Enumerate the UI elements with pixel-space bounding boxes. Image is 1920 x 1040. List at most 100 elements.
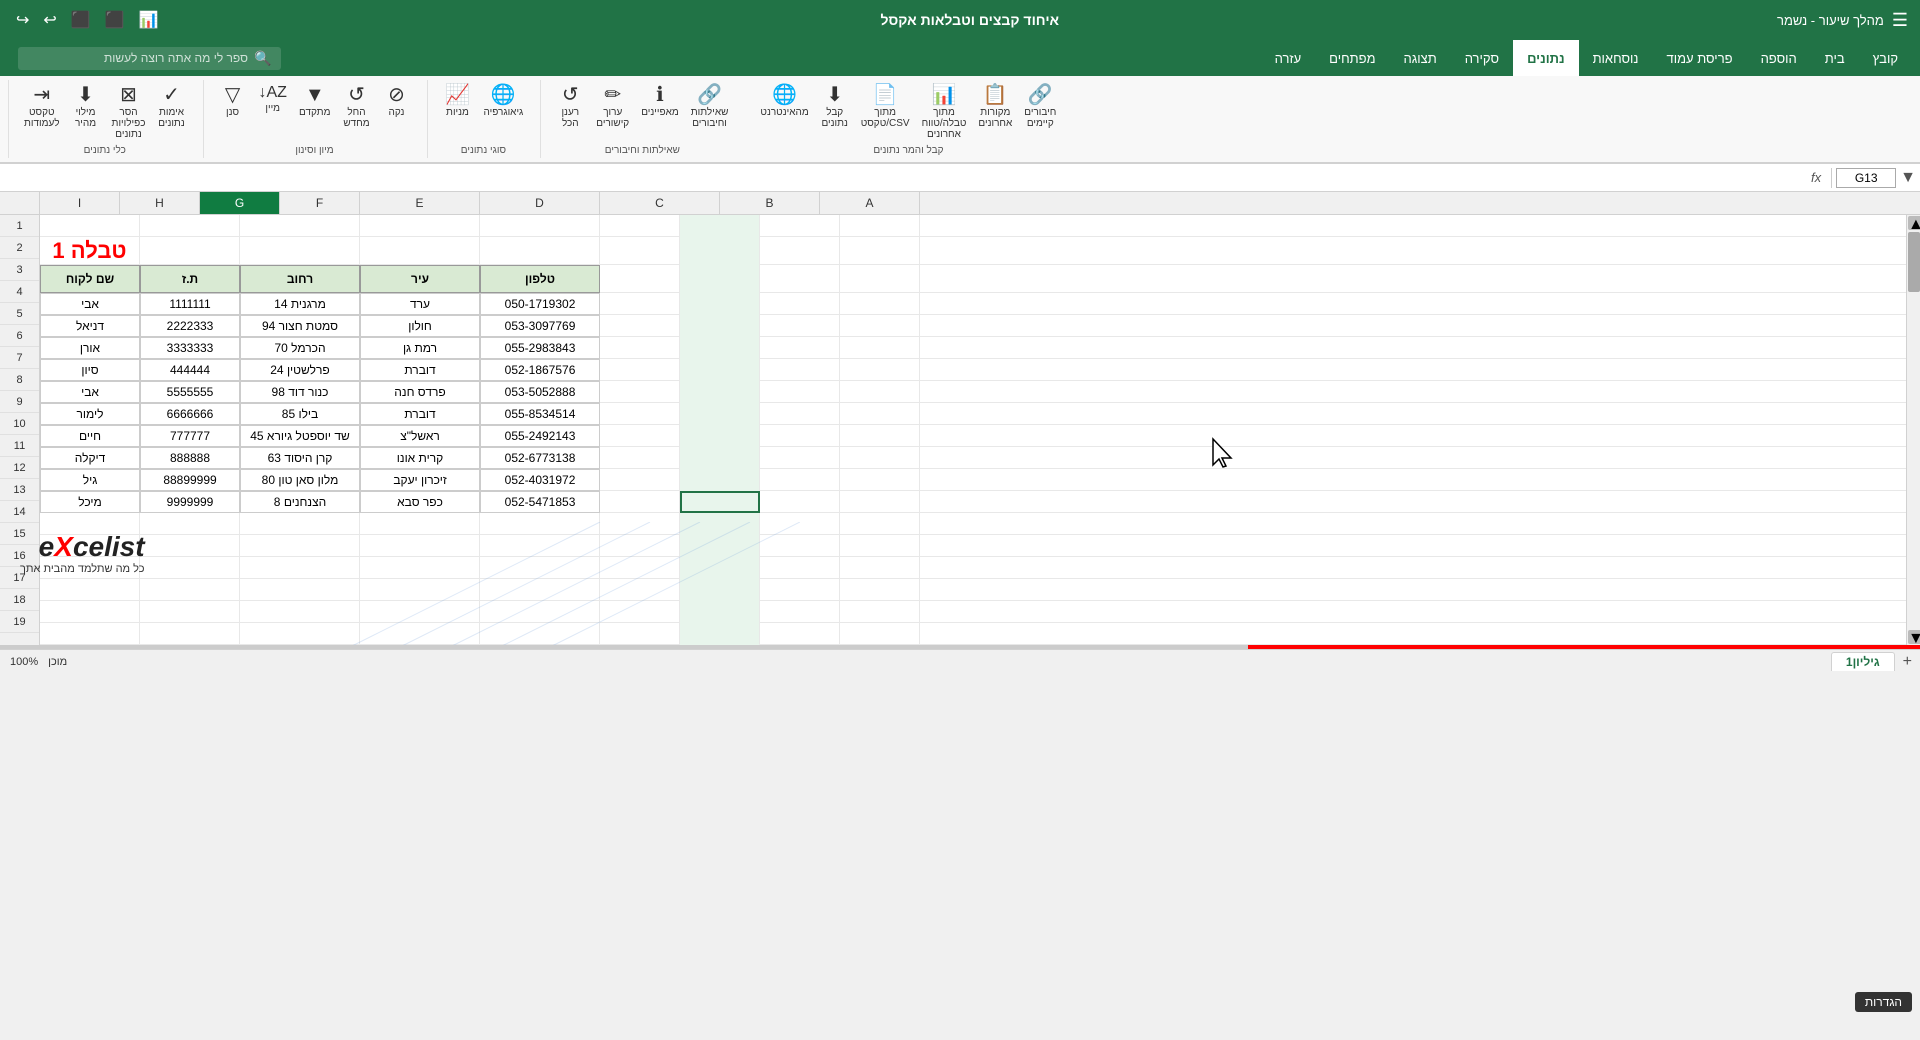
cell-f2[interactable] [600, 237, 680, 265]
cell-d18[interactable] [360, 601, 480, 623]
cell-h1[interactable] [760, 215, 840, 237]
qa-btn-4[interactable]: ↩ [39, 8, 60, 32]
cell-a19[interactable] [40, 623, 140, 645]
row-num-5[interactable]: 5 [0, 303, 39, 325]
cell-f9[interactable] [600, 403, 680, 425]
cell-e19[interactable] [480, 623, 600, 645]
row-num-1[interactable]: 1 [0, 215, 39, 237]
cell-c16[interactable] [240, 557, 360, 579]
cell-g14[interactable] [680, 513, 760, 535]
cell-d19[interactable] [360, 623, 480, 645]
cell-a10[interactable]: חיים [40, 425, 140, 447]
cell-f19[interactable] [600, 623, 680, 645]
cell-c18[interactable] [240, 601, 360, 623]
cell-e2[interactable] [480, 237, 600, 265]
cell-g13[interactable] [680, 491, 760, 513]
cell-e7[interactable]: 052-1867576 [480, 359, 600, 381]
cell-c15[interactable] [240, 535, 360, 557]
cell-g2[interactable] [680, 237, 760, 265]
btn-existing-conn[interactable]: 🔗 חיבוריםקיימים [1019, 82, 1061, 143]
cell-f15[interactable] [600, 535, 680, 557]
row-num-12[interactable]: 12 [0, 457, 39, 479]
tab-file[interactable]: קובץ [1859, 40, 1912, 76]
cell-g8[interactable] [680, 381, 760, 403]
cell-b11[interactable]: 888888 [140, 447, 240, 469]
cell-g11[interactable] [680, 447, 760, 469]
btn-remove-dup[interactable]: ⊠ הסרכפילויותנתונים [107, 82, 151, 143]
btn-advanced[interactable]: ▼ מתקדם [294, 82, 336, 143]
row-num-19[interactable]: 19 [0, 611, 39, 633]
cell-b4[interactable]: 1111111 [140, 293, 240, 315]
header-col-c[interactable]: רחוב [240, 265, 360, 293]
btn-refresh-all[interactable]: ↺ רענןהכל [551, 82, 589, 143]
cell-e6[interactable]: 055-2983843 [480, 337, 600, 359]
cell-g10[interactable] [680, 425, 760, 447]
col-header-b[interactable]: B [720, 192, 820, 214]
cell-a9[interactable]: לימור [40, 403, 140, 425]
cell-h9[interactable] [760, 403, 840, 425]
cell-c4[interactable]: מרגנית 14 [240, 293, 360, 315]
scroll-arrow-down[interactable]: ▼ [1908, 630, 1920, 644]
btn-stocks[interactable]: 📈 מניות [438, 82, 476, 143]
cell-g1[interactable] [680, 215, 760, 237]
cell-c19[interactable] [240, 623, 360, 645]
cell-i3[interactable] [840, 265, 920, 293]
cell-e15[interactable] [480, 535, 600, 557]
row-num-4[interactable]: 4 [0, 281, 39, 303]
cell-b10[interactable]: 777777 [140, 425, 240, 447]
cell-i13[interactable] [840, 491, 920, 513]
cell-e18[interactable] [480, 601, 600, 623]
cell-d12[interactable]: זיכרון יעקב [360, 469, 480, 491]
cell-g6[interactable] [680, 337, 760, 359]
btn-queries[interactable]: 🔗 שאילתותוחיבורים [686, 82, 734, 143]
scroll-thumb[interactable] [1908, 232, 1920, 292]
cell-i19[interactable] [840, 623, 920, 645]
row-num-3[interactable]: 3 [0, 259, 39, 281]
cell-a1[interactable] [40, 215, 140, 237]
cell-c14[interactable] [240, 513, 360, 535]
btn-validate[interactable]: ✓ אימותנתונים [153, 82, 191, 143]
cell-a18[interactable] [40, 601, 140, 623]
cell-g4[interactable] [680, 293, 760, 315]
cell-d2[interactable] [360, 237, 480, 265]
cell-e5[interactable]: 053-3097769 [480, 315, 600, 337]
cell-d4[interactable]: ערד [360, 293, 480, 315]
cell-d8[interactable]: פרדס חנה [360, 381, 480, 403]
cell-d6[interactable]: רמת גן [360, 337, 480, 359]
cell-h7[interactable] [760, 359, 840, 381]
cell-c8[interactable]: כנור דוד 98 [240, 381, 360, 403]
cell-i15[interactable] [840, 535, 920, 557]
tab-data[interactable]: נתונים [1513, 40, 1579, 76]
cell-i2[interactable] [840, 237, 920, 265]
cell-g17[interactable] [680, 579, 760, 601]
cell-reference-box[interactable]: G13 [1836, 168, 1896, 188]
cell-d11[interactable]: קרית אונו [360, 447, 480, 469]
cell-f1[interactable] [600, 215, 680, 237]
cell-h18[interactable] [760, 601, 840, 623]
btn-recent-sources[interactable]: 📋 מקורותאחרונים [973, 82, 1017, 143]
btn-geo[interactable]: 🌐 גיאוגרפיה [478, 82, 528, 143]
btn-flash-fill[interactable]: ⬇ מילוימהיר [67, 82, 105, 143]
cell-a5[interactable]: דניאל [40, 315, 140, 337]
cell-f18[interactable] [600, 601, 680, 623]
cell-c1[interactable] [240, 215, 360, 237]
cell-e16[interactable] [480, 557, 600, 579]
cell-a4[interactable]: אבי [40, 293, 140, 315]
ribbon-search[interactable]: 🔍 [18, 47, 281, 70]
cell-g3[interactable] [680, 265, 760, 293]
cell-g9[interactable] [680, 403, 760, 425]
cell-h10[interactable] [760, 425, 840, 447]
col-header-h[interactable]: H [120, 192, 200, 214]
cell-h3[interactable] [760, 265, 840, 293]
cell-d1[interactable] [360, 215, 480, 237]
cell-b15[interactable] [140, 535, 240, 557]
tab-help[interactable]: עזרה [1261, 40, 1316, 76]
cell-a8[interactable]: אבי [40, 381, 140, 403]
cell-d16[interactable] [360, 557, 480, 579]
row-num-18[interactable]: 18 [0, 589, 39, 611]
cell-h13[interactable] [760, 491, 840, 513]
cell-e14[interactable] [480, 513, 600, 535]
cell-i1[interactable] [840, 215, 920, 237]
sheet-tab-1[interactable]: גיליון1 [1831, 652, 1895, 671]
cell-a7[interactable]: סיון [40, 359, 140, 381]
